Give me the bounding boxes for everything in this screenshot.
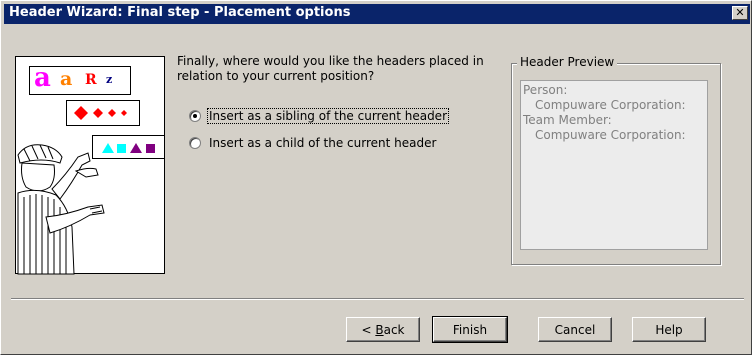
child-option[interactable]: Insert as a child of the current header	[189, 134, 437, 152]
sibling-option-label[interactable]: Insert as a sibling of the current heade…	[207, 108, 449, 124]
close-icon: ✕	[735, 6, 745, 19]
sibling-option[interactable]: Insert as a sibling of the current heade…	[189, 107, 449, 125]
back-rest: ack	[383, 322, 405, 337]
finish-button[interactable]: Finish	[432, 316, 508, 343]
preview-line: Team Member:	[523, 113, 612, 127]
preview-line: Compuware Corporation:	[535, 128, 686, 142]
sibling-radio[interactable]	[189, 110, 201, 122]
question-line-1: Finally, where would you like the header…	[177, 54, 484, 68]
back-button[interactable]: < Back	[346, 317, 420, 342]
question-text: Finally, where would you like the header…	[177, 54, 497, 84]
back-prefix: <	[361, 322, 376, 337]
question-line-2: relation to your current position?	[177, 69, 375, 83]
person-figure-icon	[17, 144, 105, 275]
child-option-label[interactable]: Insert as a child of the current header	[208, 136, 437, 150]
child-radio[interactable]	[189, 137, 201, 149]
preview-line: Person:	[523, 83, 568, 97]
back-mnemonic: B	[375, 322, 384, 337]
help-button[interactable]: Help	[632, 317, 706, 342]
window-title: Header Wizard: Final step - Placement op…	[9, 5, 351, 20]
wizard-illustration: a a R z	[15, 56, 165, 275]
cancel-button[interactable]: Cancel	[538, 317, 612, 342]
dialog-window: Header Wizard: Final step - Placement op…	[0, 0, 752, 355]
separator	[11, 298, 744, 300]
header-preview-box: Person: Compuware Corporation: Team Memb…	[520, 80, 708, 250]
preview-line: Compuware Corporation:	[535, 98, 686, 112]
close-button[interactable]: ✕	[732, 6, 748, 20]
title-bar[interactable]: Header Wizard: Final step - Placement op…	[4, 4, 750, 24]
header-preview-title: Header Preview	[517, 55, 618, 69]
